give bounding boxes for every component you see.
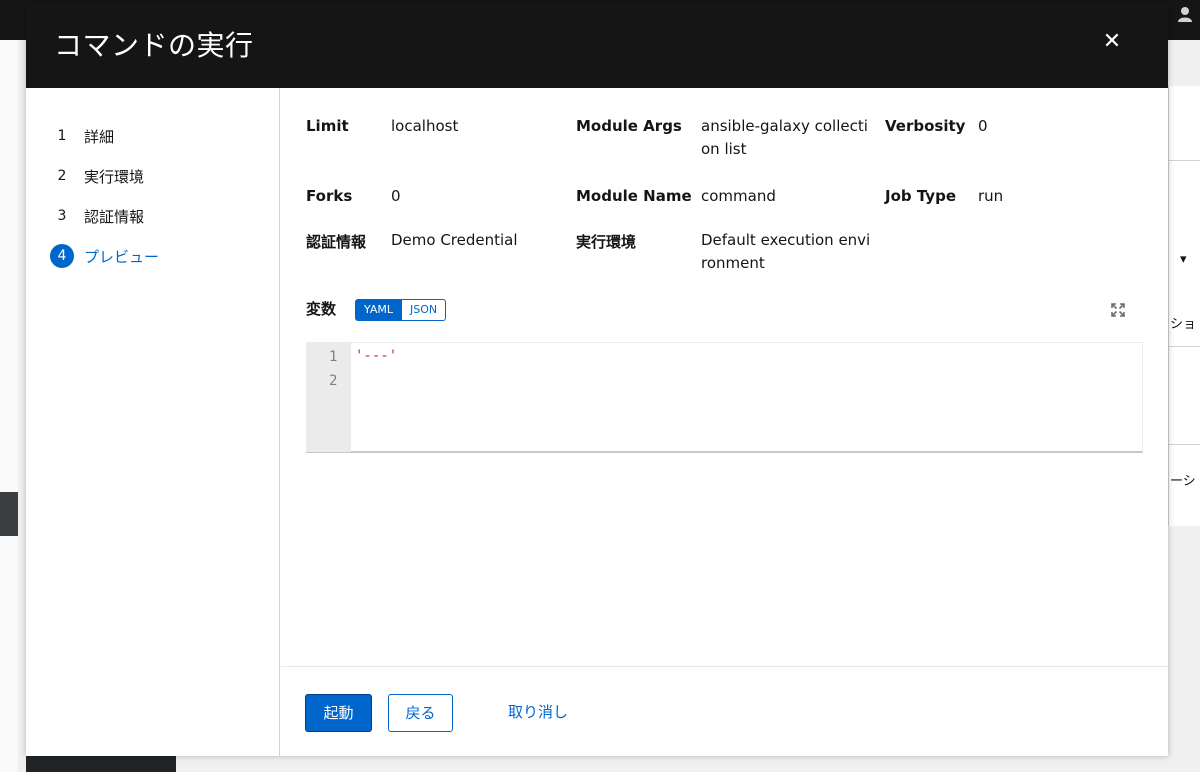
step-number: 3	[57, 208, 67, 224]
step-label: 認証情報	[84, 207, 145, 226]
background-left-strip	[0, 40, 18, 772]
close-icon[interactable]: ✕	[1098, 28, 1126, 56]
module-name-label: Module Name	[576, 187, 692, 205]
line-number: 2	[329, 373, 338, 389]
forks-value: 0	[391, 187, 401, 205]
background-text-fragment: ショ	[1170, 317, 1197, 332]
module-args-value-line2: on list	[701, 140, 747, 158]
back-button[interactable]: 戻る	[388, 694, 453, 732]
launch-button[interactable]: 起動	[305, 694, 372, 732]
job-type-value: run	[978, 187, 1004, 205]
user-icon	[1178, 6, 1192, 26]
code-line: '---'	[355, 348, 398, 364]
modal-title: コマンドの実行	[54, 29, 254, 62]
module-args-label: Module Args	[576, 117, 682, 135]
modal-header: コマンドの実行 ✕	[26, 2, 1168, 88]
credential-label: 認証情報	[306, 233, 367, 251]
job-type-label: Job Type	[885, 187, 956, 205]
background-divider	[1168, 444, 1200, 445]
yaml-toggle-button[interactable]: YAML	[355, 299, 403, 321]
step-number: 1	[57, 128, 67, 144]
verbosity-label: Verbosity	[885, 117, 966, 135]
wizard-nav: 1 詳細 2 実行環境 3 認証情報 4 プレビュー	[26, 88, 280, 756]
module-name-value: command	[701, 187, 776, 205]
run-command-modal: コマンドの実行 ✕ 1 詳細 2 実行環境 3 認証情報 4 プレビュー Lim…	[26, 2, 1168, 756]
editor-gutter: 1 2	[307, 343, 351, 452]
background-chevron-down-icon: ▾	[1180, 252, 1187, 267]
wizard-step-credentials[interactable]: 3 認証情報	[26, 196, 279, 236]
forks-label: Forks	[306, 187, 353, 205]
execution-env-value-line1: Default execution envi	[701, 231, 871, 249]
expand-icon[interactable]	[1110, 302, 1128, 320]
module-args-value-line1: ansible-galaxy collecti	[701, 117, 868, 135]
format-toggle: YAML JSON	[355, 299, 447, 321]
variables-code-editor[interactable]: 1 2 '---'	[306, 342, 1143, 453]
json-toggle-button[interactable]: JSON	[402, 299, 447, 321]
limit-label: Limit	[306, 117, 349, 135]
cancel-button[interactable]: 取り消し	[508, 694, 588, 732]
wizard-step-details[interactable]: 1 詳細	[26, 116, 279, 156]
step-number-active: 4	[50, 244, 74, 268]
line-number: 1	[329, 349, 338, 365]
step-label-active: プレビュー	[84, 247, 160, 266]
background-bottom-dark-block	[26, 756, 176, 772]
verbosity-value: 0	[978, 117, 988, 135]
variables-label: 変数	[306, 300, 337, 318]
modal-footer: 起動 戻る 取り消し	[281, 666, 1168, 756]
execution-env-label: 実行環境	[576, 233, 637, 251]
background-text-fragment: ーシ	[1170, 474, 1196, 489]
wizard-step-execution-env[interactable]: 2 実行環境	[26, 156, 279, 196]
preview-content: Limit localhost Module Args ansible-gala…	[281, 88, 1168, 666]
background-divider	[1168, 160, 1200, 161]
wizard-step-preview[interactable]: 4 プレビュー	[26, 236, 279, 276]
step-label: 詳細	[84, 127, 115, 146]
step-label: 実行環境	[84, 167, 145, 186]
background-left-dark-block	[0, 492, 18, 536]
execution-env-value-line2: ronment	[701, 254, 765, 272]
credential-value: Demo Credential	[391, 231, 518, 249]
background-right-panel	[1168, 86, 1200, 526]
limit-value: localhost	[391, 117, 459, 135]
step-number: 2	[57, 168, 67, 184]
background-divider	[1168, 346, 1200, 347]
